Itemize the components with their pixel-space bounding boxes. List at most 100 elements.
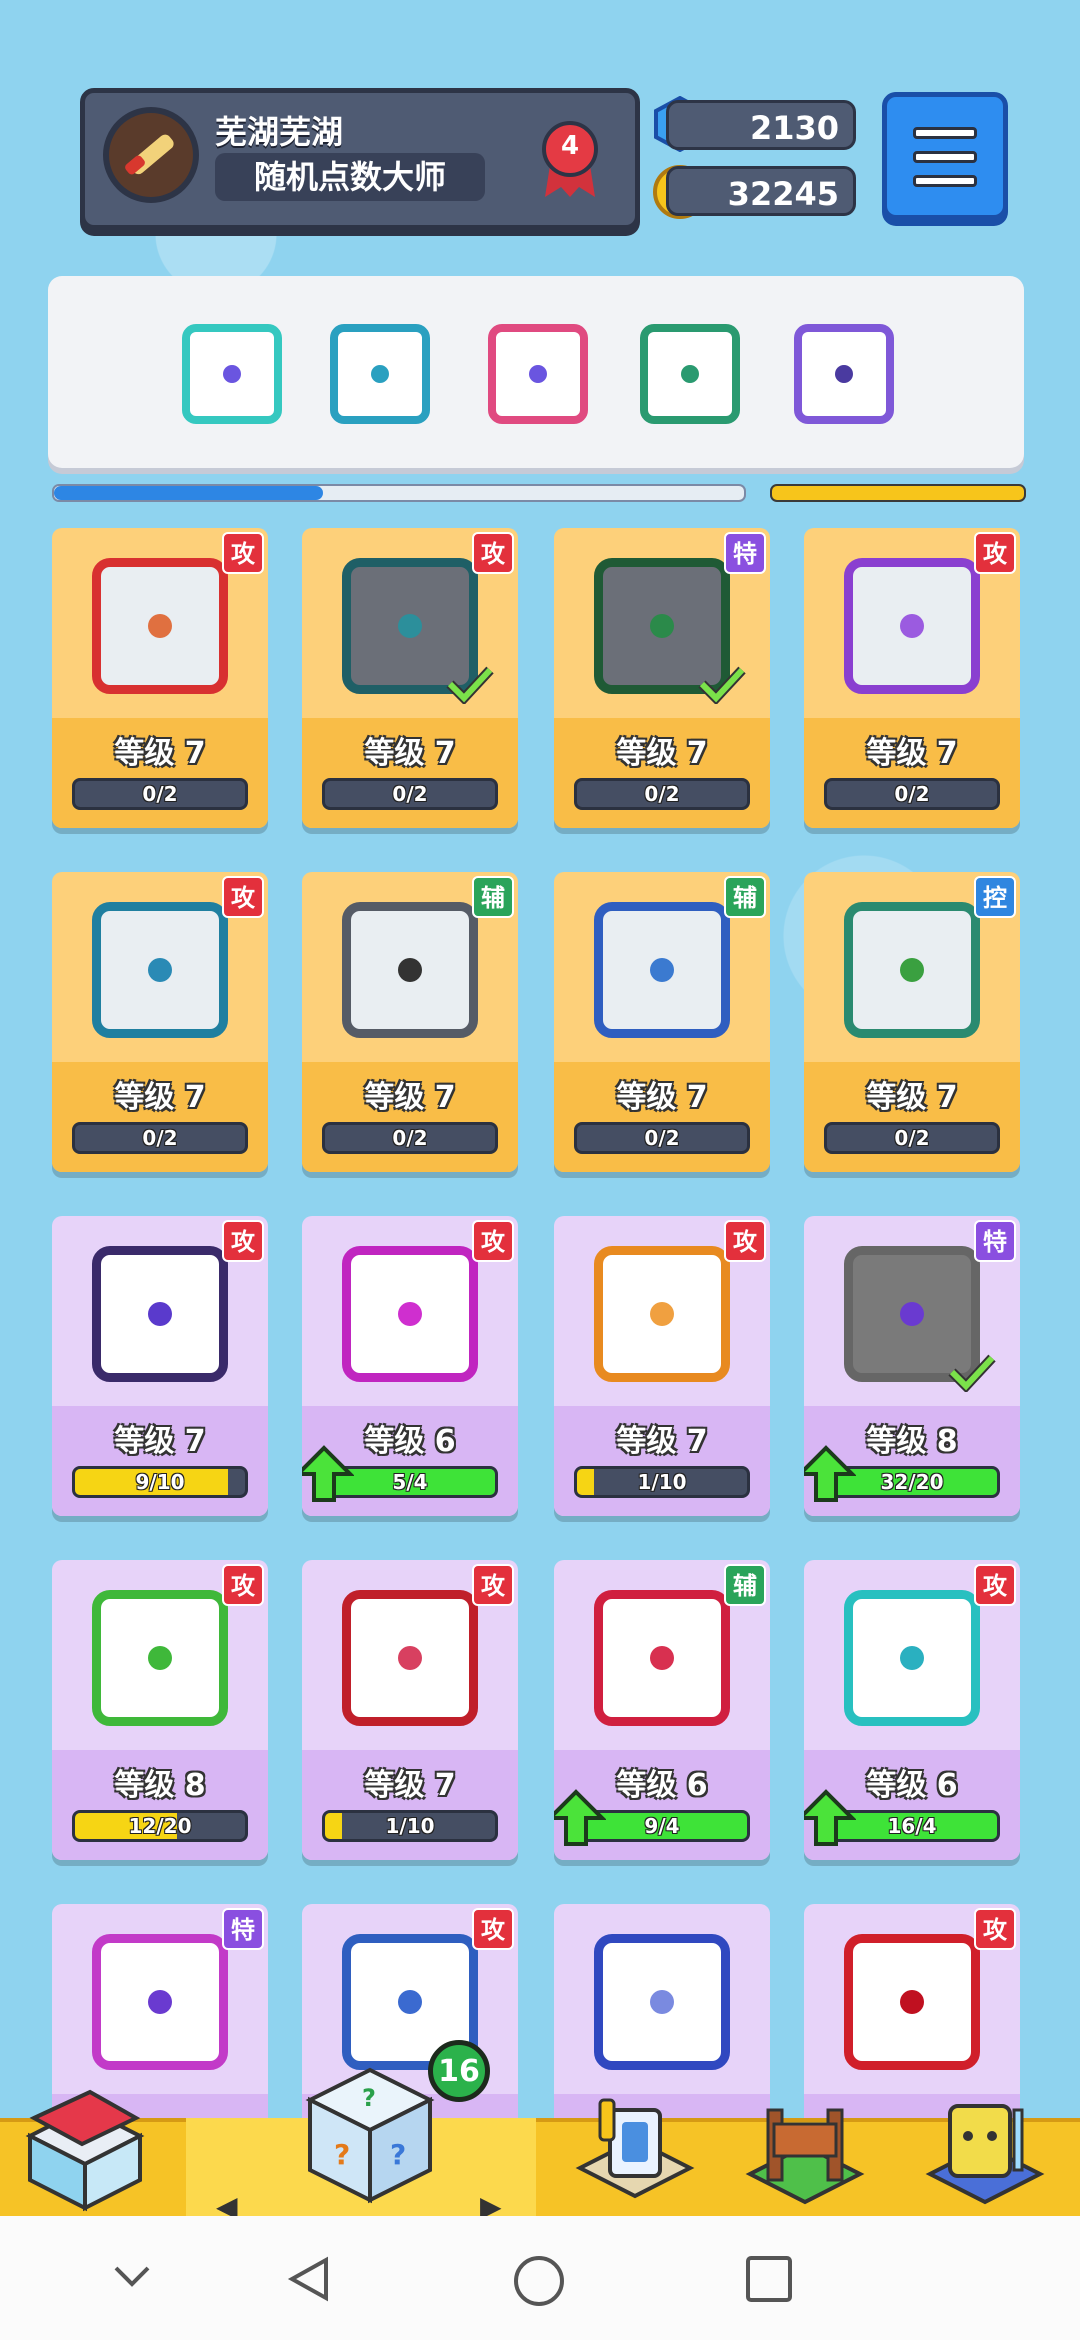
gem-counter: 2130 [666,100,856,150]
die-pip [650,958,674,982]
die-icon [594,558,746,704]
dice-card[interactable]: 辅等级 7 0/2 [554,872,770,1172]
home-icon[interactable] [512,2254,566,2308]
dice-card[interactable]: 辅等级 6 9/4 [554,1560,770,1860]
card-level: 等级 7 [866,736,958,771]
dice-card[interactable]: 特等级 8 32/20 [804,1216,1020,1516]
die-face [844,902,980,1038]
dice-card[interactable]: 攻等级 7 0/2 [302,528,518,828]
type-tag: 辅 [724,876,766,918]
die-pip [529,365,547,383]
chevron-down-icon[interactable] [110,2254,154,2298]
die-face [92,1246,228,1382]
menu-button[interactable] [882,92,1008,220]
die-face [342,1590,478,1726]
card-progress-text: 0/2 [644,782,680,806]
rainbow-die-icon[interactable] [488,324,588,424]
nav-card-library[interactable] [570,2090,700,2230]
die-pip [650,1302,674,1326]
card-progress-text: 0/2 [142,1126,178,1150]
type-tag: 辅 [472,876,514,918]
checkmark-icon [446,666,494,704]
die-face [844,558,980,694]
dice-card[interactable]: 特等级 7 0/2 [554,528,770,828]
type-tag: 攻 [472,532,514,574]
card-progress-bar: 0/2 [574,1122,750,1154]
type-tag: 特 [974,1220,1016,1262]
die-pip [650,1646,674,1670]
profile-panel[interactable]: 芜湖芜湖 随机点数大师 4 [80,88,640,230]
mystery-box-icon: ? ? ? [305,2067,435,2204]
card-progress-bar: 0/2 [72,1122,248,1154]
dice-card[interactable]: 攻等级 7 9/10 [52,1216,268,1516]
dice-card[interactable]: 控等级 7 0/2 [804,872,1020,1172]
events-icon [745,2108,865,2205]
dragon-green-die-icon[interactable] [640,324,740,424]
checkmark-icon [948,1354,996,1392]
nav-shop[interactable] [20,2078,150,2218]
die-icon [594,902,730,1038]
checkmark-icon [698,666,746,704]
die-pip [148,1646,172,1670]
dice-card[interactable]: 攻等级 7 1/10 [554,1216,770,1516]
shop-icon [25,2089,145,2212]
die-face [594,902,730,1038]
upgrade-arrow-icon [554,1789,606,1846]
card-progress-bar: 0/2 [322,1122,498,1154]
dice-card[interactable]: 攻等级 7 0/2 [804,528,1020,828]
die-face [342,902,478,1038]
card-progress-bar: 0/2 [574,778,750,810]
nav-mystery-box[interactable]: ? ? ? [290,2060,450,2220]
dragon-die-icon[interactable] [330,324,430,424]
die-pip [148,1302,172,1326]
die-pip [148,614,172,638]
die-pip [900,1990,924,2014]
dice-card[interactable]: 攻等级 7 1/10 [302,1560,518,1860]
card-progress-text: 12/20 [128,1814,192,1838]
dice-card[interactable]: 攻等级 6 16/4 [804,1560,1020,1860]
die-face [844,1590,980,1726]
card-level: 等级 7 [114,736,206,771]
card-progress-bar: 9/10 [72,1466,248,1498]
die-pip [398,1302,422,1326]
die-icon [342,558,494,704]
die-icon [594,1246,730,1382]
card-progress-text: 0/2 [644,1126,680,1150]
die-face [92,558,228,694]
gold-strip [770,484,1026,502]
dice-card[interactable]: 攻等级 8 12/20 [52,1560,268,1860]
dice-card[interactable]: 攻等级 7 0/2 [52,528,268,828]
menu-icon-bar [913,175,977,187]
hands-die-icon[interactable] [182,324,282,424]
die-icon [594,1934,730,2070]
upgrade-arrow-icon [804,1789,856,1846]
dice-card[interactable]: 攻等级 6 5/4 [302,1216,518,1516]
nav-battle[interactable] [920,2090,1050,2230]
die-pip [900,958,924,982]
nav-events[interactable] [740,2090,870,2230]
dice-card[interactable]: 攻等级 7 0/2 [52,872,268,1172]
dice-card[interactable]: 辅等级 7 0/2 [302,872,518,1172]
deck-progress-bar [52,484,746,502]
scroll-icon [125,134,174,175]
card-progress-bar: 1/10 [322,1810,498,1842]
bottom-nav [0,2118,1080,2220]
type-tag: 辅 [724,1564,766,1606]
type-tag: 攻 [472,1564,514,1606]
rank-badge[interactable]: 4 [537,119,603,199]
type-tag: 攻 [472,1908,514,1950]
die-icon [594,1590,730,1726]
card-level: 等级 7 [364,1080,456,1115]
type-tag: 特 [724,532,766,574]
back-icon[interactable] [284,2254,334,2304]
die-icon [92,1590,228,1726]
deck-progress-fill [54,486,324,500]
recents-icon[interactable] [744,2254,794,2304]
avatar[interactable] [103,107,199,203]
card-progress-bar: 1/10 [574,1466,750,1498]
card-progress-bar: 12/20 [72,1810,248,1842]
die-icon [844,1590,980,1726]
crack-die-icon[interactable] [794,324,894,424]
card-progress-text: 1/10 [637,1470,687,1494]
die-pip [371,365,389,383]
